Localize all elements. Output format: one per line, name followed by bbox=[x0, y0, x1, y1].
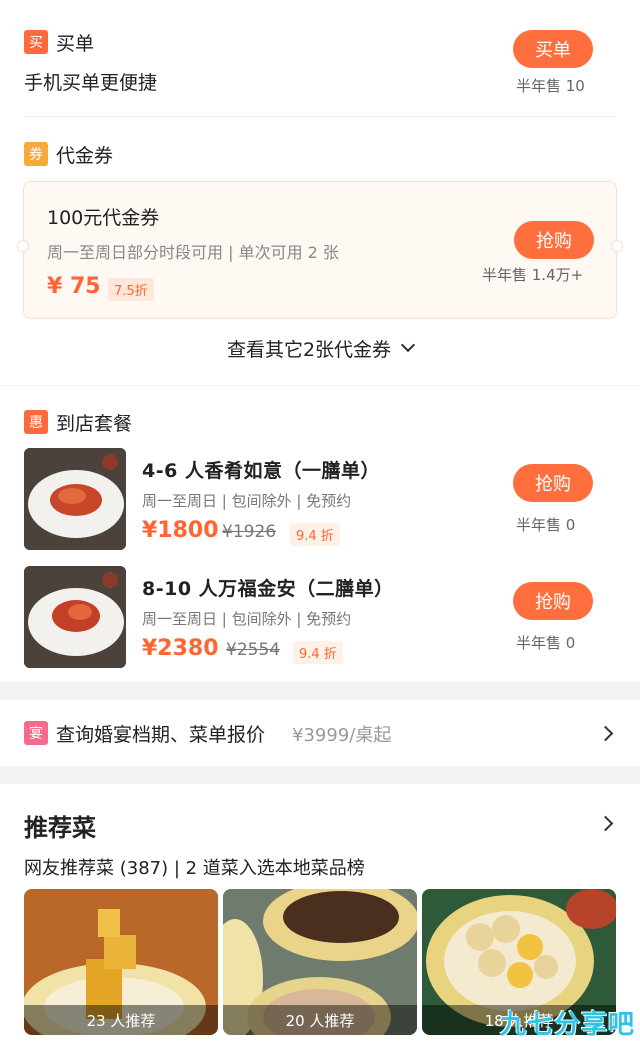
recommend-title: 推荐菜 bbox=[24, 814, 96, 842]
more-vouchers-label: 查看其它2张代金券 bbox=[226, 338, 392, 361]
notch-left bbox=[17, 240, 29, 252]
combo-price: ¥2380 bbox=[142, 636, 219, 661]
wedding-price: ¥3999/桌起 bbox=[292, 725, 392, 746]
chevron-right-icon[interactable] bbox=[597, 815, 614, 832]
recommended-dish[interactable]: 23 人推荐 bbox=[24, 889, 218, 1035]
pay-subtitle: 手机买单更便捷 bbox=[24, 72, 158, 94]
combo-tag: 惠 bbox=[24, 410, 48, 434]
combo-sold: 半年售 0 bbox=[516, 634, 576, 652]
recommend-count: 20 人推荐 bbox=[223, 1005, 417, 1035]
voucher-discount: 7.5折 bbox=[108, 278, 154, 301]
voucher-title: 代金券 bbox=[56, 145, 114, 167]
combo-sold: 半年售 0 bbox=[516, 516, 576, 534]
wedding-tag: 宴 bbox=[24, 721, 48, 745]
dish-image bbox=[24, 566, 126, 668]
voucher-price: ¥ 75 bbox=[47, 274, 101, 299]
notch-right bbox=[611, 240, 623, 252]
voucher-box[interactable]: 100元代金券 周一至周日部分时段可用 | 单次可用 2 张 ¥ 75 7.5折… bbox=[17, 181, 623, 319]
more-vouchers-link[interactable]: 查看其它2张代金券 bbox=[0, 334, 640, 362]
combo-item[interactable]: 4-6 人香肴如意（一膳单） 周一至周日 | 包间除外 | 免预约 ¥1800 … bbox=[0, 448, 640, 552]
combo-item[interactable]: 8-10 人万福金安（二膳单） 周一至周日 | 包间除外 | 免预约 ¥2380… bbox=[0, 566, 640, 670]
voucher-tag: 券 bbox=[24, 142, 48, 166]
wedding-text: 查询婚宴档期、菜单报价 bbox=[56, 724, 266, 746]
dish-image bbox=[24, 448, 126, 550]
voucher-buy-button[interactable]: 抢购 bbox=[514, 221, 594, 259]
combo-buy-button[interactable]: 抢购 bbox=[513, 582, 593, 620]
combo-old-price: ¥1926 bbox=[222, 522, 277, 542]
combo-old-price: ¥2554 bbox=[226, 640, 281, 660]
voucher-sold: 半年售 1.4万+ bbox=[482, 266, 584, 284]
combo-card: 惠 到店套餐 4-6 人香肴如意（一膳单） 周一至周日 | 包间除外 | 免预约… bbox=[0, 386, 640, 682]
pay-title: 买单 bbox=[56, 33, 95, 55]
recommended-dish[interactable]: 20 人推荐 bbox=[223, 889, 417, 1035]
deals-card: 买 买单 手机买单更便捷 买单 半年售 10 券 代金券 100元代金券 周一至… bbox=[0, 0, 640, 385]
pay-button[interactable]: 买单 bbox=[513, 30, 593, 68]
combo-price: ¥1800 bbox=[142, 518, 219, 543]
voucher-desc: 周一至周日部分时段可用 | 单次可用 2 张 bbox=[47, 243, 339, 262]
combo-desc: 周一至周日 | 包间除外 | 免预约 bbox=[142, 610, 352, 628]
pay-sold: 半年售 10 bbox=[516, 77, 585, 95]
combo-desc: 周一至周日 | 包间除外 | 免预约 bbox=[142, 492, 352, 510]
combo-discount: 9.4 折 bbox=[293, 641, 343, 664]
wedding-row[interactable]: 宴 查询婚宴档期、菜单报价 ¥3999/桌起 bbox=[0, 700, 640, 766]
watermark: 九七分享吧 bbox=[500, 1010, 636, 1040]
recommend-count: 23 人推荐 bbox=[24, 1005, 218, 1035]
divider bbox=[24, 116, 616, 117]
combo-name: 4-6 人香肴如意（一膳单） bbox=[142, 460, 380, 482]
combo-discount: 9.4 折 bbox=[290, 523, 340, 546]
combo-name: 8-10 人万福金安（二膳单） bbox=[142, 578, 394, 600]
pay-tag: 买 bbox=[24, 30, 48, 54]
voucher-name: 100元代金券 bbox=[47, 207, 160, 229]
combo-buy-button[interactable]: 抢购 bbox=[513, 464, 593, 502]
combo-title: 到店套餐 bbox=[56, 413, 133, 435]
chevron-down-icon bbox=[400, 337, 416, 353]
recommend-subtitle: 网友推荐菜 (387) | 2 道菜入选本地菜品榜 bbox=[24, 858, 365, 879]
chevron-right-icon bbox=[597, 725, 614, 742]
